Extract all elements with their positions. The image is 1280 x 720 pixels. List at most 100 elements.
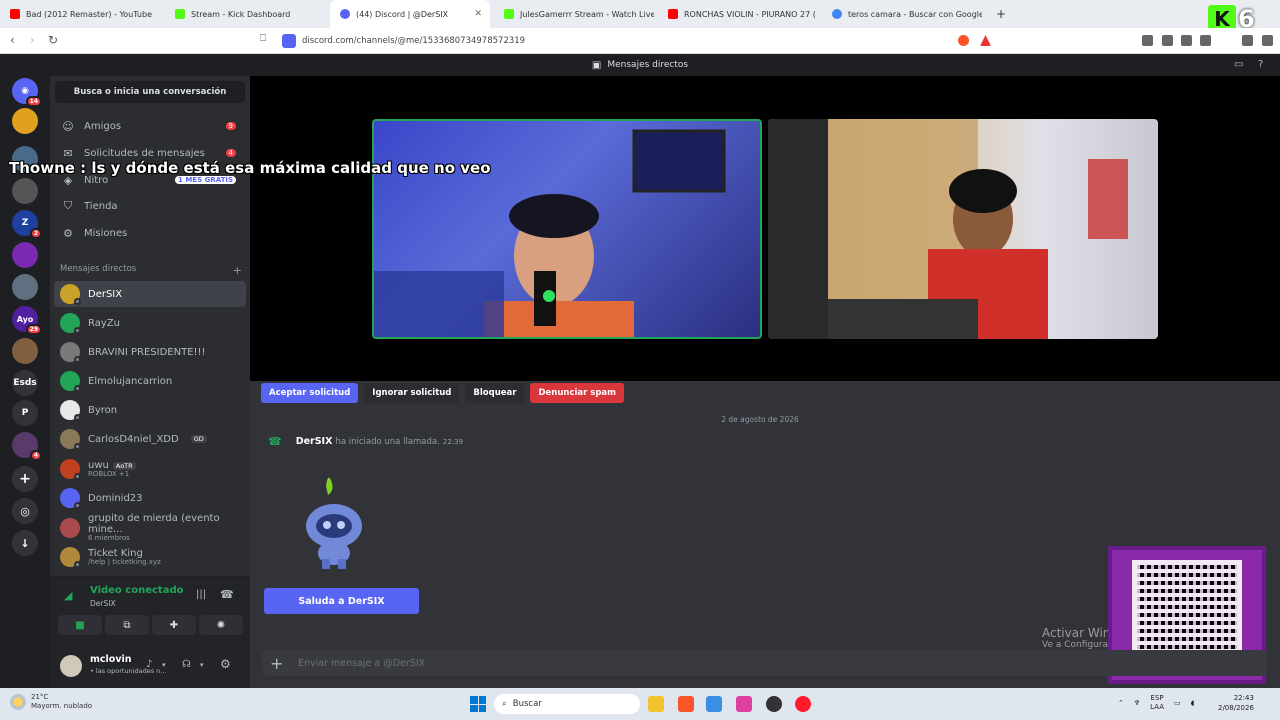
create-dm-button[interactable]: + — [233, 264, 242, 277]
dm-item[interactable]: RayZu — [54, 310, 246, 336]
site-info-icon[interactable] — [282, 34, 296, 48]
ignore-request-button[interactable]: Ignorar solicitud — [364, 383, 460, 403]
weather-widget[interactable]: 21°C Mayorm. nublado — [10, 693, 92, 711]
browser-tab[interactable]: RONCHAS VIOLIN - PIURANO 27 ( — [658, 0, 818, 28]
server-icon[interactable]: P — [12, 400, 38, 426]
browser-tab[interactable]: JulesGamerrr Stream - Watch Live on — [494, 0, 654, 28]
server-icon[interactable]: Esds — [12, 370, 38, 396]
help-icon[interactable]: ? — [1258, 59, 1263, 70]
add-server-icon[interactable]: + — [12, 466, 38, 492]
inbox-icon[interactable]: ▭ — [1234, 59, 1243, 70]
bookmark-icon[interactable]: ⎕ — [260, 33, 266, 44]
app-icon[interactable] — [736, 696, 752, 712]
noise-suppression-icon[interactable]: ||| — [196, 589, 206, 600]
dm-item[interactable]: Dominid23 — [54, 485, 246, 511]
activity-status: /help | ticketking.xyz — [88, 557, 161, 566]
start-button[interactable] — [470, 696, 486, 712]
server-icon[interactable]: 4 — [12, 432, 42, 461]
extension-icon[interactable] — [1142, 35, 1153, 46]
nitro-promo-pill: 1 MES GRATIS — [175, 176, 236, 184]
volume-icon[interactable]: ◖ — [1191, 699, 1195, 707]
forward-icon[interactable]: › — [30, 33, 35, 47]
server-icon[interactable] — [12, 338, 38, 364]
screenshare-icon: ⧉ — [123, 619, 131, 631]
avatar[interactable] — [60, 655, 82, 677]
url-field[interactable]: discord.com/channels/@me/153368073497857… — [282, 32, 1002, 50]
obs-icon[interactable] — [766, 696, 782, 712]
taskbar-search[interactable]: ⌕ Buscar — [494, 694, 640, 714]
close-tab-icon[interactable]: ✕ — [474, 9, 482, 19]
dm-item[interactable]: CarlosD4niel_XDD GD — [54, 426, 246, 452]
search-button[interactable]: Busca o inicia una conversación — [55, 81, 245, 103]
microphone-icon[interactable]: ♪ — [146, 659, 152, 670]
server-icon[interactable] — [12, 108, 38, 134]
search-icon: ⌕ — [502, 699, 507, 709]
chevron-down-icon[interactable]: ▾ — [200, 661, 204, 669]
back-icon[interactable]: ‹ — [10, 33, 15, 47]
message-input[interactable]: + Enviar mensaje a @DerSIX — [262, 650, 1267, 676]
user-panel: mclovin • las oportunidades n... ♪ ▾ ☊ ▾… — [50, 646, 250, 688]
report-spam-button[interactable]: Denunciar spam — [530, 383, 625, 403]
music-icon[interactable] — [1162, 35, 1173, 46]
dm-item[interactable]: BRAVINI PRESIDENTE!!! — [54, 339, 246, 365]
tray-app-icon[interactable]: ♆ — [1134, 699, 1140, 707]
voice-status[interactable]: Video conectado — [90, 585, 183, 596]
browser-tab-active[interactable]: (44) Discord | @DerSIX ✕ — [330, 0, 490, 28]
server-icon[interactable] — [12, 242, 38, 268]
wave-button[interactable]: Saluda a DerSIX — [264, 588, 419, 614]
youtube-icon — [10, 9, 20, 19]
home-button[interactable]: ◉ 14 — [12, 78, 42, 107]
opera-icon[interactable] — [795, 696, 811, 712]
camera-button[interactable]: ■ — [58, 615, 102, 635]
dm-item[interactable]: Byron — [54, 397, 246, 423]
dm-item[interactable]: Elmolujancarrion — [54, 368, 246, 394]
friends-badge: 9 — [225, 122, 236, 130]
chevron-down-icon[interactable]: ▾ — [162, 661, 166, 669]
sidebar-icon[interactable] — [1181, 35, 1192, 46]
video-tile-self[interactable] — [372, 119, 762, 339]
dm-item[interactable]: uwu AoTR ROBLOX +1 — [54, 456, 246, 482]
dm-item[interactable]: grupito de mierda (evento mine... 6 miem… — [54, 513, 246, 542]
file-explorer-icon[interactable] — [648, 696, 664, 712]
server-icon[interactable] — [12, 274, 38, 300]
voice-panel: ◢ Video conectado DerSIX ||| ☎ ■ ⧉ ✚ ✺ — [50, 576, 250, 646]
soundboard-button[interactable]: ✺ — [199, 615, 243, 635]
server-icon[interactable] — [12, 178, 38, 204]
server-icon[interactable]: Ayo 29 — [12, 306, 42, 335]
dm-item[interactable]: Ticket King /help | ticketking.xyz — [54, 544, 246, 570]
screenshare-button[interactable]: ⧉ — [105, 615, 149, 635]
discover-icon[interactable]: ◎ — [12, 498, 38, 524]
brave-shield-icon[interactable] — [958, 35, 969, 46]
chevron-up-icon[interactable]: ⌃ — [1118, 699, 1124, 707]
nav-quests[interactable]: ⚙ Misiones — [54, 221, 246, 245]
taskbar-clock[interactable]: 22:43 2/08/2026 — [1218, 694, 1254, 714]
wallet-icon[interactable] — [1200, 35, 1211, 46]
activities-button[interactable]: ✚ — [152, 615, 196, 635]
block-button[interactable]: Bloquear — [465, 383, 525, 403]
browser-tab[interactable]: Bad (2012 Remaster) - YouTube — [0, 0, 165, 28]
headphones-icon[interactable]: ☊ — [182, 659, 191, 670]
download-icon[interactable]: ↓ — [12, 530, 38, 556]
gear-icon[interactable]: ⚙ — [220, 657, 231, 671]
nav-shop[interactable]: ⛉ Tienda — [54, 194, 246, 218]
reload-icon[interactable]: ↻ — [48, 33, 58, 47]
accept-request-button[interactable]: Aceptar solicitud — [261, 383, 359, 403]
video-tile-dersix[interactable] — [768, 119, 1158, 339]
attach-icon[interactable]: + — [270, 654, 283, 673]
browser-tab[interactable]: teros camara - Buscar con Google — [822, 0, 982, 28]
nav-friends[interactable]: ☺ Amigos 9 — [54, 114, 246, 138]
dm-item[interactable]: DerSIX — [54, 281, 246, 307]
app-icon[interactable] — [706, 696, 722, 712]
server-icon[interactable]: Z 2 — [12, 210, 42, 239]
message-author[interactable]: DerSIX — [296, 436, 333, 447]
browser-tab[interactable]: Stream - Kick Dashboard — [165, 0, 330, 28]
new-tab-button[interactable]: + — [986, 0, 1006, 28]
menu-icon[interactable] — [1262, 35, 1273, 46]
vpn-icon[interactable] — [1242, 35, 1253, 46]
language-indicator[interactable]: ESP LAA — [1150, 694, 1164, 712]
disconnect-icon[interactable]: ☎ — [220, 588, 234, 601]
browser-address-bar: ‹ › ↻ ⎕ discord.com/channels/@me/1533680… — [0, 28, 1280, 54]
server-tag: AoTR — [112, 461, 136, 470]
network-icon[interactable]: ▭ — [1174, 699, 1181, 707]
brave-browser-icon[interactable] — [678, 696, 694, 712]
